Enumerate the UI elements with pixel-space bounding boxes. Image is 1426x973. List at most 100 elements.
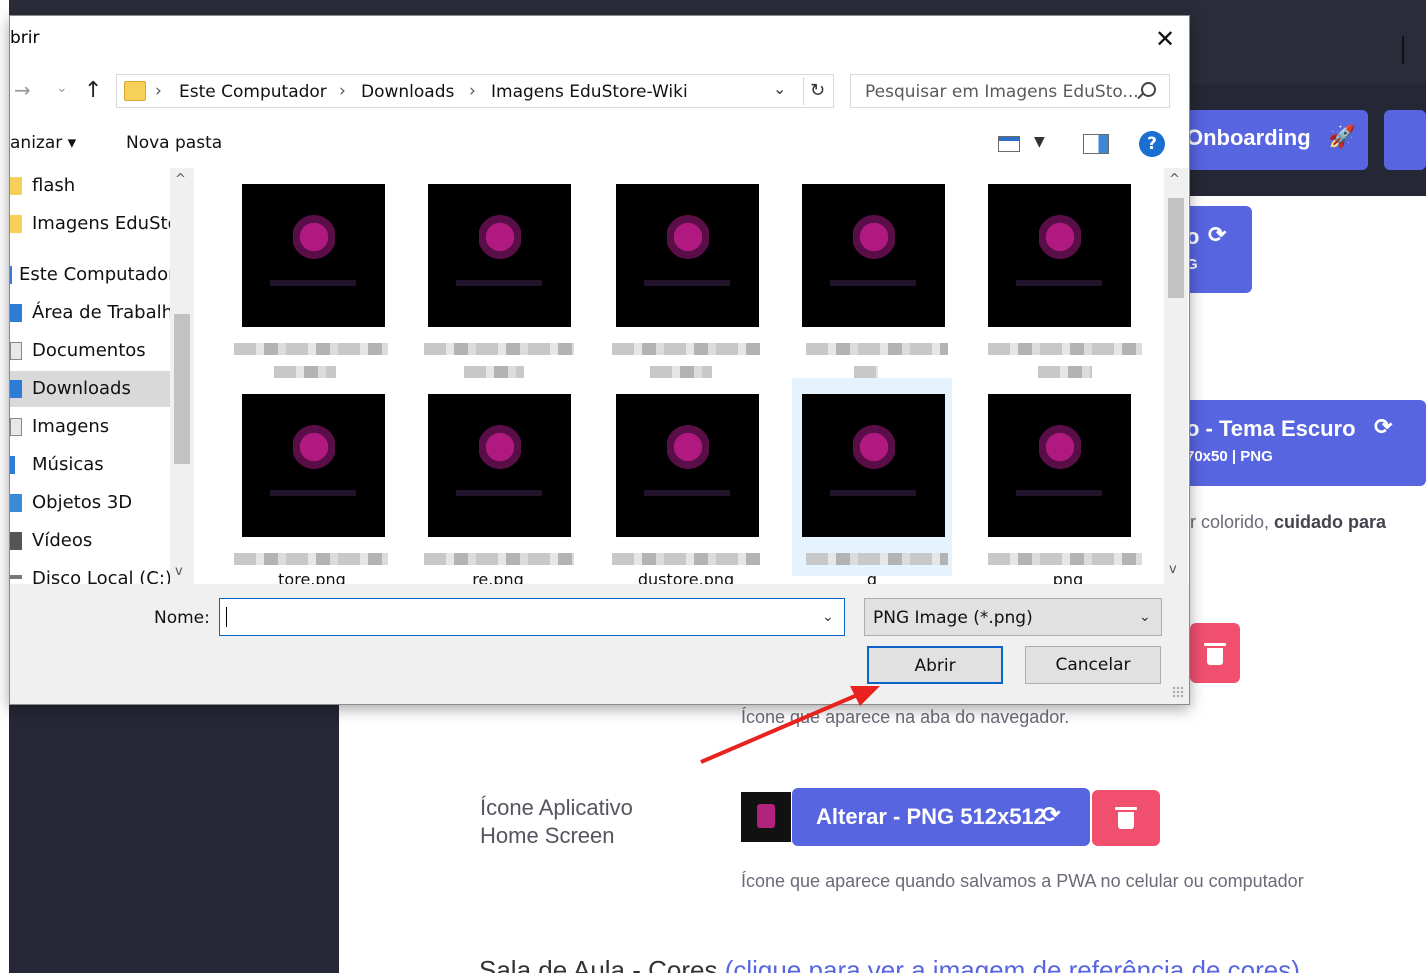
recent-dropdown-icon[interactable]: ⌄ [56,80,68,96]
cancel-button[interactable]: Cancelar [1025,646,1161,684]
chevron-down-icon[interactable]: ⌄ [822,609,834,625]
file-tile[interactable] [792,168,952,378]
delete-app-icon-button[interactable] [1092,790,1160,846]
drive-icon [10,575,22,579]
file-name-label: Nome: [154,608,210,628]
nav-item-label: Músicas [32,454,104,475]
file-thumbnail [616,394,759,537]
file-caption: tore.png [278,570,346,584]
files-scrollbar[interactable]: ^ v [1164,168,1188,584]
nav-item-imagens-edusto[interactable]: Imagens EduSto [10,206,170,242]
nav-item-documentos[interactable]: Documentos [10,333,170,369]
resize-grip-icon[interactable] [1172,686,1184,698]
file-name-blurred [612,343,760,355]
preview-pane-icon[interactable] [1083,134,1109,154]
trash-icon [1115,807,1137,829]
file-tile[interactable]: png [978,378,1142,584]
file-tile[interactable]: re.png [418,378,578,584]
breadcrumb-imagens-edustore[interactable]: Imagens EduStore-Wiki [491,82,688,102]
nav-item-label: Imagens EduSto [32,213,170,234]
delete-favicon-button[interactable] [1190,623,1240,683]
colorido-bold: cuidado para [1274,512,1387,532]
file-name-blurred [854,366,878,378]
folder-icon [124,81,146,101]
address-bar[interactable]: › Este Computador › Downloads › Imagens … [116,74,834,108]
file-type-select[interactable]: PNG Image (*.png) ⌄ [864,598,1162,636]
alterar-512-button[interactable]: Alterar - PNG 512x512 ⟳ [792,788,1090,846]
file-tile[interactable] [418,168,578,378]
nav-item-este-computador[interactable]: Este Computador [10,257,170,293]
file-name-blurred [234,553,388,565]
app-icon-label: Ícone Aplicativo Home Screen [480,794,633,850]
nav-item-disco-local[interactable]: Disco Local (C:) [10,561,170,584]
refresh-icon[interactable]: ↻ [803,77,831,105]
dialog-title: brir [10,28,40,48]
nav-item-objetos-3d[interactable]: Objetos 3D [10,485,170,521]
app-icon-preview [741,792,791,842]
nav-scrollbar[interactable]: ^ v [170,168,194,584]
tema-escuro-label: o - Tema Escuro [1186,416,1356,441]
organize-menu[interactable]: anizar ▾ [10,133,76,153]
nav-item-musicas[interactable]: Músicas [10,447,170,483]
help-icon[interactable]: ? [1139,131,1165,157]
breadcrumb-este-computador[interactable]: Este Computador [179,82,327,102]
file-tile[interactable]: tore.png [232,378,392,584]
close-icon[interactable]: ✕ [1150,24,1180,54]
scrollbar-thumb[interactable] [1168,198,1184,298]
search-icon [1137,82,1156,100]
file-name-blurred [424,553,574,565]
file-name-input[interactable]: ⌄ [219,598,845,636]
file-name-blurred [988,343,1142,355]
nav-item-label: Documentos [32,340,146,361]
up-arrow-icon[interactable]: ↑ [84,78,102,103]
left-edge [0,0,9,973]
trash-icon [1204,643,1226,665]
file-name-blurred [806,553,948,565]
file-name-blurred [988,553,1142,565]
file-tile[interactable] [978,168,1142,378]
search-input[interactable]: Pesquisar em Imagens EduSto... [850,74,1170,108]
open-button[interactable]: Abrir [867,646,1003,684]
refresh-icon: ⟳ [1208,222,1227,247]
nav-item-label: Imagens [32,416,110,437]
refresh-icon: ⟳ [1042,802,1061,827]
rocket-icon: 🚀 [1328,124,1356,149]
nav-item-label: Objetos 3D [32,492,133,513]
extra-header-button[interactable] [1384,110,1426,170]
file-thumbnail [802,394,945,537]
file-thumbnail [428,394,571,537]
file-tile-selected[interactable]: g [792,378,952,584]
nav-item-downloads[interactable]: Downloads [10,371,170,407]
pictures-icon [10,418,22,436]
file-tile[interactable]: dustore.png [606,378,766,584]
file-tile[interactable] [232,168,392,378]
chevron-down-icon[interactable]: ⌄ [773,79,786,98]
file-tile[interactable] [606,168,766,378]
file-thumbnail [616,184,759,327]
chevron-right-icon: › [339,81,346,101]
chevron-up-icon[interactable]: ^ [175,172,186,187]
onboarding-button[interactable]: Onboarding 🚀 [1178,110,1368,170]
file-grid: tore.png re.png dustore.png g png [196,168,1164,584]
view-options-icon[interactable] [998,136,1020,152]
scrollbar-thumb[interactable] [174,314,190,464]
chevron-down-icon[interactable]: v [175,564,183,579]
nav-item-area-de-trabalho[interactable]: Área de Trabalho [10,295,170,331]
chevron-down-icon[interactable]: ▼ [1034,134,1045,150]
chevron-down-icon[interactable]: v [1169,562,1177,577]
cores-reference-link[interactable]: (clique para ver a imagem de referência … [725,955,1300,973]
nav-item-label: flash [32,175,76,196]
chevron-up-icon[interactable]: ^ [1169,172,1180,187]
nav-item-flash[interactable]: flash [10,168,170,204]
desktop-icon [10,304,22,322]
file-name-blurred [464,366,524,378]
breadcrumb-downloads[interactable]: Downloads [361,82,454,102]
nav-item-imagens[interactable]: Imagens [10,409,170,445]
nav-item-videos[interactable]: Vídeos [10,523,170,559]
app-icon-label-line2: Home Screen [480,823,615,848]
alterar-tema-escuro-button[interactable]: o - Tema Escuro ⟳ 70x50 | PNG [1178,400,1426,486]
file-name-blurred [806,343,948,355]
file-open-dialog: brir ✕ → ⌄ ↑ › Este Computador › Downloa… [9,15,1190,705]
forward-arrow-icon[interactable]: → [14,78,31,102]
new-folder-button[interactable]: Nova pasta [126,133,222,153]
